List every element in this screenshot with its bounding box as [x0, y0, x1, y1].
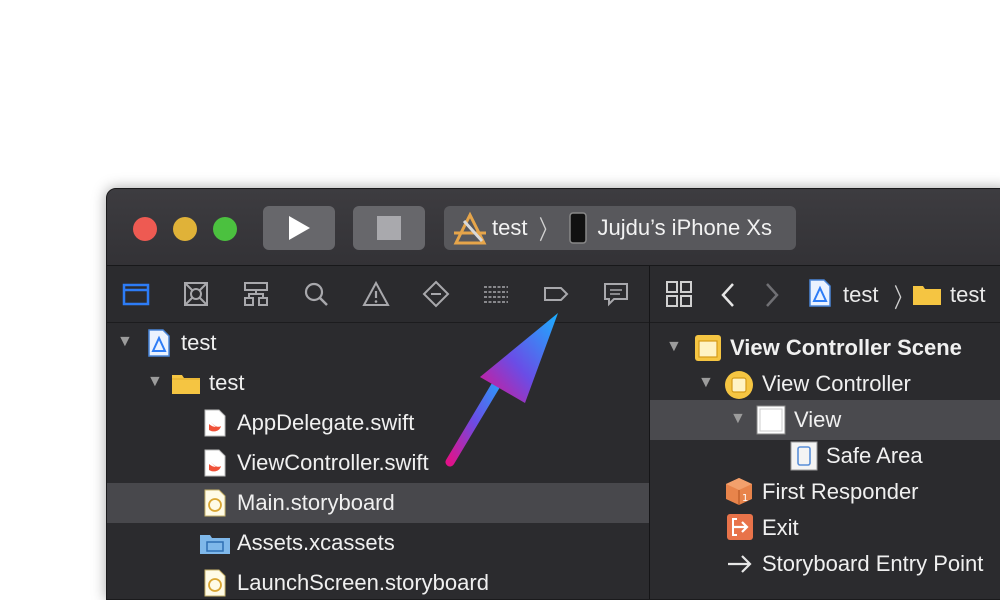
- disclosure-triangle-icon[interactable]: ▼: [666, 338, 682, 356]
- outline-item-label: View Controller Scene: [730, 335, 962, 360]
- app-target-icon: [453, 211, 487, 245]
- outline-item-label: Exit: [762, 515, 799, 540]
- related-items-grid-icon[interactable]: [665, 280, 693, 308]
- run-button[interactable]: [263, 206, 335, 250]
- swift-file-icon: [204, 449, 226, 477]
- disclosure-triangle-icon[interactable]: ▼: [698, 374, 714, 392]
- source-control-navigator-icon[interactable]: [182, 280, 210, 308]
- outline-item-label: Safe Area: [826, 443, 923, 468]
- outline-row-entrypoint[interactable]: Storyboard Entry Point: [650, 544, 1000, 584]
- breadcrumb-chevron-icon: 〉: [893, 283, 913, 313]
- play-icon: [289, 216, 310, 240]
- issue-warning-icon[interactable]: [362, 280, 390, 308]
- tree-row-file[interactable]: LaunchScreen.storyboard: [107, 563, 649, 599]
- window-toolbar: test 〉 Jujdu’s iPhone Xs: [107, 189, 1000, 266]
- breadcrumb-chevron-icon: 〉: [539, 214, 558, 245]
- jump-bar: test 〉 test: [650, 266, 1000, 323]
- tree-item-label: AppDelegate.swift: [237, 410, 415, 435]
- tree-row-file[interactable]: AppDelegate.swift: [107, 403, 649, 443]
- outline-item-label: View: [794, 407, 842, 432]
- outline-item-label: View Controller: [762, 371, 911, 396]
- symbol-navigator-icon[interactable]: [242, 280, 270, 308]
- disclosure-triangle-icon[interactable]: ▼: [730, 410, 746, 428]
- tree-item-label: Assets.xcassets: [237, 530, 395, 555]
- folder-icon: [172, 375, 200, 394]
- tree-item-label: ViewController.swift: [237, 450, 429, 475]
- scheme-selector[interactable]: test 〉 Jujdu’s iPhone Xs: [444, 206, 796, 250]
- interface-builder-editor: test 〉 test ▼ View Controller Scene ▼ Vi…: [650, 266, 1000, 599]
- test-navigator-icon[interactable]: [422, 280, 450, 308]
- tree-item-label: Main.storyboard: [237, 490, 395, 515]
- tree-item-label: LaunchScreen.storyboard: [237, 570, 489, 595]
- exit-icon: [727, 514, 753, 540]
- project-navigator: ▼ test ▼ test AppDelegate.swift ViewCont…: [107, 266, 650, 599]
- tree-row-file-selected[interactable]: Main.storyboard: [107, 483, 649, 523]
- close-window-button[interactable]: [133, 217, 157, 241]
- swift-file-icon: [204, 409, 226, 437]
- outline-row-scene[interactable]: ▼ View Controller Scene: [650, 328, 1000, 368]
- search-icon[interactable]: [302, 280, 330, 308]
- report-navigator-icon[interactable]: [602, 280, 630, 308]
- tree-row-folder[interactable]: ▼ test: [107, 363, 649, 403]
- disclosure-triangle-icon[interactable]: ▼: [147, 373, 163, 391]
- tree-row-file[interactable]: ViewController.swift: [107, 443, 649, 483]
- xcode-window: test 〉 Jujdu’s iPhone Xs ▼ test ▼ test A…: [106, 188, 1000, 600]
- first-responder-cube-icon: 1: [726, 478, 752, 505]
- tree-row-project[interactable]: ▼ test: [107, 323, 649, 363]
- xcode-project-icon: [148, 329, 170, 357]
- iphone-icon: [569, 212, 588, 244]
- asset-catalog-icon: [200, 535, 230, 554]
- forward-chevron-icon[interactable]: [764, 282, 780, 308]
- stop-icon: [377, 216, 401, 240]
- tree-item-label: test: [209, 370, 245, 395]
- xcode-project-icon: [809, 279, 831, 307]
- outline-item-label: Storyboard Entry Point: [762, 551, 984, 576]
- tree-row-file[interactable]: Assets.xcassets: [107, 523, 649, 563]
- navigator-selector-bar: [107, 266, 649, 323]
- tree-item-label: test: [181, 330, 217, 355]
- scheme-device-label: Jujdu’s iPhone Xs: [597, 215, 772, 240]
- safe-area-icon: [790, 441, 818, 471]
- minimize-window-button[interactable]: [173, 217, 197, 241]
- debug-navigator-icon[interactable]: [482, 280, 510, 308]
- outline-row-exit[interactable]: Exit: [650, 508, 1000, 548]
- project-navigator-icon[interactable]: [122, 280, 150, 308]
- stop-button[interactable]: [353, 206, 425, 250]
- outline-row-view-selected[interactable]: ▼ View: [650, 400, 1000, 440]
- disclosure-triangle-icon[interactable]: ▼: [117, 333, 133, 351]
- outline-row-firstresponder[interactable]: 1 First Responder: [650, 472, 1000, 512]
- scene-icon: [695, 335, 721, 361]
- outline-row-viewcontroller[interactable]: ▼ View Controller: [650, 364, 1000, 404]
- jumpbar-folder-label[interactable]: test: [950, 282, 985, 308]
- entry-point-arrow-icon: [728, 555, 752, 573]
- svg-text:1: 1: [742, 493, 748, 504]
- storyboard-file-icon: [204, 569, 226, 597]
- storyboard-file-icon: [204, 489, 226, 517]
- view-icon: [756, 405, 786, 435]
- folder-icon: [913, 286, 941, 305]
- zoom-window-button[interactable]: [213, 217, 237, 241]
- view-controller-icon: [725, 371, 753, 399]
- back-chevron-icon[interactable]: [720, 282, 736, 308]
- jumpbar-project-label[interactable]: test: [843, 282, 878, 308]
- outline-item-label: First Responder: [762, 479, 919, 504]
- scheme-project-label: test: [492, 215, 528, 240]
- breakpoint-navigator-icon[interactable]: [542, 280, 570, 308]
- outline-row-safearea[interactable]: Safe Area: [650, 436, 1000, 476]
